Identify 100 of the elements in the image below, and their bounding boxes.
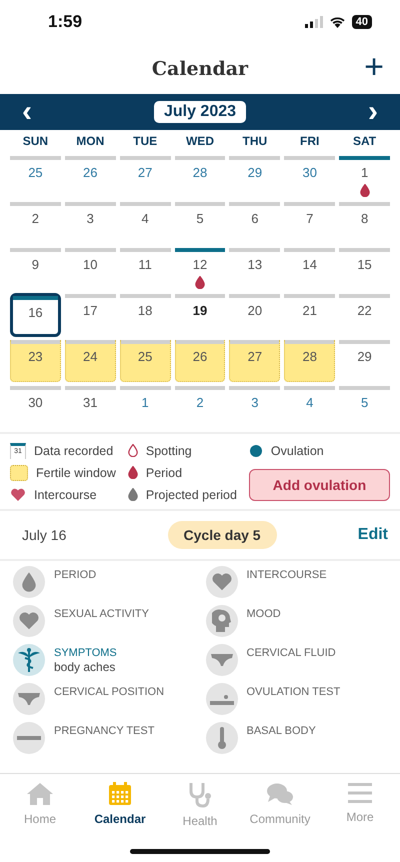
- day-cell[interactable]: 2: [10, 202, 61, 244]
- day-cell[interactable]: 29: [229, 156, 280, 198]
- day-number: 26: [83, 165, 98, 180]
- day-cell[interactable]: 13: [229, 248, 280, 290]
- drop-icon: [128, 488, 138, 501]
- day-number: 2: [196, 395, 204, 410]
- day-cell[interactable]: 10: [64, 248, 116, 290]
- day-cell[interactable]: 25: [10, 156, 61, 198]
- day-number: 23: [28, 349, 43, 364]
- next-month-button[interactable]: ›: [368, 97, 378, 127]
- day-number: 18: [138, 303, 152, 318]
- drop-icon: [194, 276, 205, 288]
- day-number: 17: [83, 303, 98, 318]
- day-cell[interactable]: 18: [120, 294, 171, 336]
- day-number: 12: [192, 257, 208, 272]
- selected-date: July 16: [22, 527, 66, 543]
- day-cell[interactable]: 21: [284, 294, 336, 336]
- legend-label: Data recorded: [34, 444, 114, 458]
- weekday-label: FRI: [299, 133, 320, 150]
- day-number: 29: [357, 349, 372, 364]
- previous-month-button[interactable]: ‹: [22, 97, 32, 127]
- legend-label: Intercourse: [34, 488, 97, 502]
- log-item[interactable]: SEXUAL ACTIVITY: [13, 605, 196, 644]
- test-strip-icon: [208, 692, 234, 706]
- day-number: 13: [248, 257, 262, 272]
- log-item[interactable]: OVULATION TEST: [206, 683, 388, 722]
- day-cell[interactable]: 28: [174, 156, 226, 198]
- day-number: 26: [192, 349, 208, 364]
- day-cell[interactable]: 11: [120, 248, 171, 290]
- day-cell[interactable]: 30: [284, 156, 336, 198]
- log-item[interactable]: INTERCOURSE: [206, 566, 388, 605]
- log-item[interactable]: PREGNANCY TEST: [13, 722, 196, 761]
- wifi-icon: [328, 16, 346, 28]
- battery-icon: 40: [352, 15, 372, 29]
- fertile-day[interactable]: 26: [174, 340, 226, 382]
- edit-link[interactable]: Edit: [358, 526, 388, 544]
- day-cell[interactable]: 2: [174, 386, 226, 428]
- day-cell[interactable]: 15: [339, 248, 390, 290]
- day-cell[interactable]: 9: [10, 248, 61, 290]
- day-cell[interactable]: 7: [284, 202, 336, 244]
- fertile-day[interactable]: 27: [229, 340, 280, 382]
- legend-label: Projected period: [146, 488, 237, 502]
- day-cell[interactable]: 3: [64, 202, 116, 244]
- log-item[interactable]: CERVICAL FLUID: [206, 644, 388, 683]
- month-selector[interactable]: July 2023: [154, 101, 246, 123]
- heart-icon: [10, 488, 26, 502]
- test-strip-icon: [17, 736, 41, 740]
- day-cell[interactable]: 6: [229, 202, 280, 244]
- day-cell[interactable]: 3: [229, 386, 280, 428]
- day-cell[interactable]: 1: [339, 156, 390, 198]
- day-cell[interactable]: 30: [10, 386, 61, 428]
- day-number: 25: [28, 165, 43, 180]
- drop-icon: [128, 466, 138, 479]
- log-item[interactable]: MOOD: [206, 605, 388, 644]
- log-label: PERIOD: [54, 569, 96, 581]
- legend-label: Period: [146, 466, 182, 480]
- day-number: 11: [138, 257, 152, 272]
- day-cell[interactable]: 4: [284, 386, 336, 428]
- day-cell[interactable]: 22: [339, 294, 390, 336]
- day-cell[interactable]: 20: [229, 294, 280, 336]
- tab-item[interactable]: Calendar: [81, 782, 159, 828]
- fertile-day[interactable]: 23: [10, 340, 61, 382]
- day-number: 2: [32, 211, 40, 226]
- day-cell[interactable]: 5: [174, 202, 226, 244]
- day-cell[interactable]: 12: [174, 248, 226, 290]
- log-item[interactable]: CERVICAL POSITION: [13, 683, 196, 722]
- day-cell[interactable]: 17: [64, 294, 116, 336]
- calendar-icon: [108, 782, 132, 806]
- log-value: body aches: [54, 660, 116, 674]
- log-item[interactable]: SYMPTOMS body aches: [13, 644, 196, 683]
- fertile-day[interactable]: 28: [284, 340, 336, 382]
- page-title: Calendar: [152, 58, 248, 80]
- day-cell[interactable]: 4: [120, 202, 171, 244]
- day-number: 5: [360, 395, 368, 410]
- dot-icon: [248, 444, 263, 458]
- log-item[interactable]: PERIOD: [13, 566, 196, 605]
- day-cell[interactable]: 29: [339, 340, 390, 382]
- add-button[interactable]: +: [364, 52, 384, 82]
- day-cell[interactable]: 5: [339, 386, 390, 428]
- day-number: 22: [357, 303, 372, 318]
- day-cell[interactable]: 19: [174, 294, 226, 336]
- day-number: 30: [28, 395, 43, 410]
- day-cell[interactable]: 31: [64, 386, 116, 428]
- drop-icon: [21, 571, 37, 593]
- legend-label: Spotting: [146, 444, 192, 458]
- add-ovulation-button[interactable]: Add ovulation: [248, 469, 390, 501]
- stethoscope-icon: [188, 782, 212, 808]
- fertile-day[interactable]: 25: [120, 340, 171, 382]
- day-cell[interactable]: 1: [120, 386, 171, 428]
- day-cell[interactable]: 26: [64, 156, 116, 198]
- day-number: 25: [138, 349, 152, 364]
- day-cell[interactable]: 14: [284, 248, 336, 290]
- selected-day[interactable]: 16: [10, 293, 61, 337]
- fertile-day[interactable]: 24: [64, 340, 116, 382]
- log-label: SYMPTOMS: [54, 647, 117, 659]
- legend-label: Fertile window: [36, 466, 116, 480]
- log-item[interactable]: BASAL BODY: [206, 722, 388, 761]
- day-cell[interactable]: 8: [339, 202, 390, 244]
- day-cell[interactable]: 27: [120, 156, 171, 198]
- weekday-label: TUE: [132, 133, 158, 150]
